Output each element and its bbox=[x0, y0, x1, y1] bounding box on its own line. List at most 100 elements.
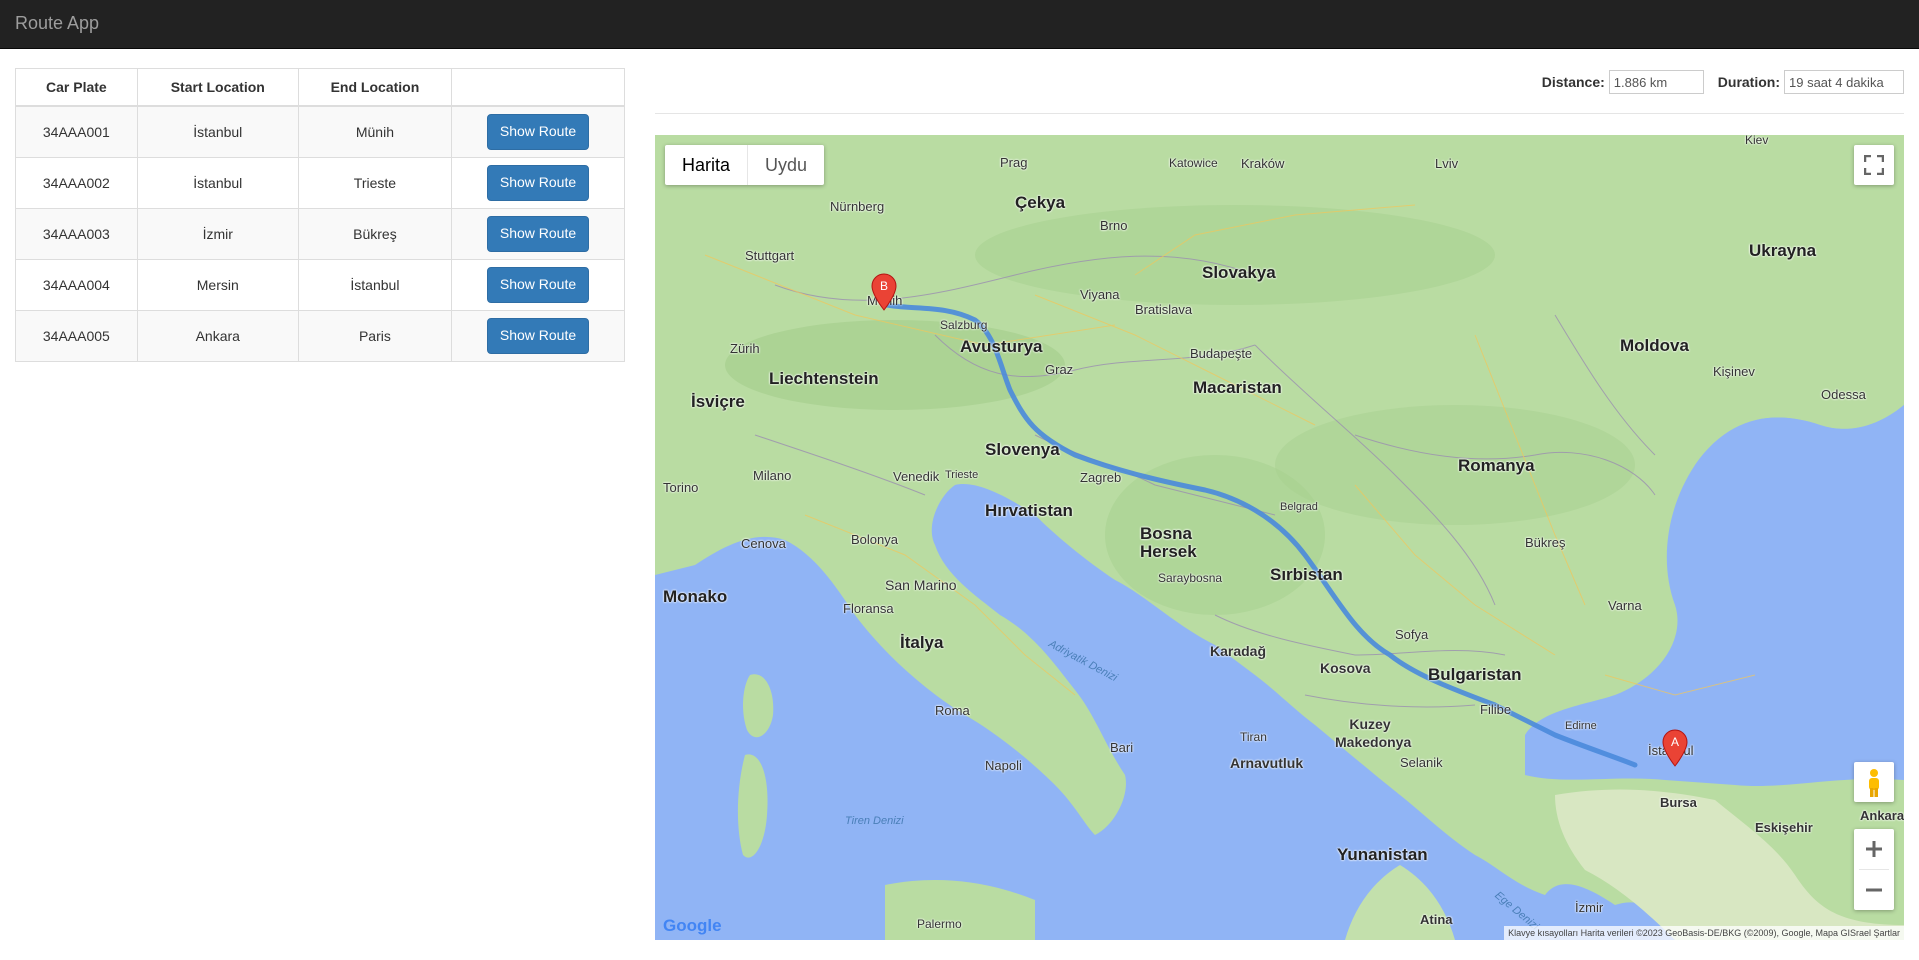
show-route-button[interactable]: Show Route bbox=[486, 318, 590, 354]
car-plate-cell: 34AAA002 bbox=[15, 157, 138, 209]
end-marker[interactable]: B bbox=[871, 273, 897, 311]
map-terrain bbox=[655, 135, 1904, 940]
map-label: Bolonya bbox=[851, 532, 898, 547]
show-route-button[interactable]: Show Route bbox=[486, 165, 590, 201]
app-brand[interactable]: Route App bbox=[15, 13, 99, 34]
car-plate-cell: 34AAA005 bbox=[15, 310, 138, 362]
map-label: Atina bbox=[1420, 912, 1453, 927]
map-label: Monako bbox=[663, 587, 728, 606]
map-label: Tiren Denizi bbox=[845, 815, 904, 827]
car-plate-cell: 34AAA004 bbox=[15, 259, 138, 311]
street-view-button[interactable] bbox=[1854, 762, 1894, 802]
fullscreen-button[interactable] bbox=[1854, 145, 1894, 185]
map-label: Bari bbox=[1110, 740, 1134, 755]
table-row: 34AAA003 İzmir Bükreş Show Route bbox=[15, 208, 625, 260]
map-label: İzmir bbox=[1575, 900, 1604, 915]
map-label: Filibe bbox=[1480, 702, 1512, 717]
map-label: Liechtenstein bbox=[769, 369, 879, 388]
map-label: Prag bbox=[1000, 155, 1028, 170]
column-end-location: End Location bbox=[297, 68, 453, 107]
google-logo-text: Google bbox=[663, 916, 722, 935]
map-label: Graz bbox=[1045, 362, 1074, 377]
map-attribution[interactable]: Klavye kısayolları Harita verileri ©2023… bbox=[1504, 926, 1904, 940]
map-label: Ukrayna bbox=[1749, 241, 1817, 260]
map-label: Kuzey Makedonya bbox=[1335, 716, 1412, 750]
map-label: Budapeşte bbox=[1190, 346, 1253, 361]
map-label: Kosova bbox=[1320, 660, 1371, 676]
table-row: 34AAA005 Ankara Paris Show Route bbox=[15, 310, 625, 362]
map-label: San Marino bbox=[885, 577, 957, 593]
map-type-satellite-button[interactable]: Uydu bbox=[747, 145, 824, 185]
column-actions bbox=[451, 68, 625, 107]
end-location-cell: Münih bbox=[297, 105, 453, 158]
map-label: Zagreb bbox=[1080, 470, 1122, 485]
map-label: Hırvatistan bbox=[985, 501, 1073, 520]
map-label: Milano bbox=[753, 468, 792, 483]
table-header-row: Car Plate Start Location End Location bbox=[15, 68, 625, 107]
map-label: Selanik bbox=[1400, 755, 1443, 770]
map-label: Bosna Hersek bbox=[1140, 524, 1197, 561]
start-location-cell: Mersin bbox=[136, 259, 299, 311]
map-label: Varna bbox=[1608, 598, 1642, 613]
map-label: Bükreş bbox=[1525, 535, 1566, 550]
map-label: Avusturya bbox=[960, 337, 1043, 356]
map-label: Stuttgart bbox=[745, 248, 795, 263]
show-route-button[interactable]: Show Route bbox=[486, 114, 590, 150]
duration-label: Duration: bbox=[1717, 74, 1780, 90]
map-label: Brno bbox=[1100, 218, 1128, 233]
map-label: Zürih bbox=[730, 341, 760, 356]
end-location-cell: Paris bbox=[297, 310, 453, 362]
map-label: Napoli bbox=[985, 758, 1022, 773]
map-label: Moldova bbox=[1620, 336, 1689, 355]
map-type-control: Harita Uydu bbox=[665, 145, 825, 185]
show-route-button[interactable]: Show Route bbox=[486, 267, 590, 303]
car-plate-cell: 34AAA003 bbox=[15, 208, 138, 260]
zoom-out-button[interactable] bbox=[1854, 870, 1894, 910]
plus-icon bbox=[1866, 841, 1882, 857]
start-location-cell: Ankara bbox=[136, 310, 299, 362]
start-marker-label: A bbox=[1671, 735, 1679, 749]
map-label: Torino bbox=[663, 480, 699, 495]
map-label: Katowice bbox=[1169, 156, 1218, 170]
zoom-control bbox=[1854, 829, 1894, 910]
map-label: Karadağ bbox=[1210, 643, 1267, 659]
google-logo[interactable]: Google bbox=[663, 916, 722, 936]
end-location-cell: Bükreş bbox=[297, 208, 453, 260]
map-label: Tiran bbox=[1240, 730, 1267, 744]
map-label: Floransa bbox=[843, 601, 894, 616]
map-label: Odessa bbox=[1821, 387, 1866, 402]
minus-icon bbox=[1866, 888, 1882, 892]
routes-table: Car Plate Start Location End Location 34… bbox=[15, 68, 625, 362]
map-label: İtalya bbox=[900, 633, 944, 652]
distance-label: Distance: bbox=[1541, 74, 1605, 90]
map-label: Eskişehir bbox=[1755, 820, 1813, 835]
show-route-button[interactable]: Show Route bbox=[486, 216, 590, 252]
map-label: Bursa bbox=[1660, 795, 1697, 810]
map-label: Saraybosna bbox=[1158, 571, 1223, 585]
route-map[interactable]: Çekya Slovakya Ukrayna Avusturya Liechte… bbox=[655, 135, 1904, 940]
map-label: Nürnberg bbox=[830, 199, 885, 214]
map-label: Lviv bbox=[1435, 156, 1459, 171]
table-row: 34AAA004 Mersin İstanbul Show Route bbox=[15, 259, 625, 311]
map-label: Kişinev bbox=[1713, 364, 1755, 379]
start-location-cell: İstanbul bbox=[136, 157, 299, 209]
distance-field[interactable] bbox=[1608, 70, 1704, 94]
map-label: Sofya bbox=[1395, 627, 1429, 642]
map-type-map-button[interactable]: Harita bbox=[665, 145, 747, 185]
map-label: Çekya bbox=[1015, 193, 1066, 212]
start-marker[interactable]: A bbox=[1662, 729, 1688, 767]
map-label: Belgrad bbox=[1280, 501, 1318, 513]
table-row: 34AAA002 İstanbul Trieste Show Route bbox=[15, 157, 625, 209]
zoom-in-button[interactable] bbox=[1854, 829, 1894, 869]
pegman-icon bbox=[1869, 769, 1879, 797]
map-label: Yunanistan bbox=[1337, 845, 1428, 864]
map-label: Kraków bbox=[1241, 156, 1285, 171]
divider bbox=[655, 113, 1904, 114]
start-location-cell: İzmir bbox=[136, 208, 299, 260]
start-location-cell: İstanbul bbox=[136, 105, 299, 158]
map-label: Kiev bbox=[1745, 135, 1769, 147]
duration-field[interactable] bbox=[1784, 70, 1904, 94]
map-label: Macaristan bbox=[1193, 378, 1282, 397]
column-start-location: Start Location bbox=[136, 68, 299, 107]
end-location-cell: Trieste bbox=[297, 157, 453, 209]
